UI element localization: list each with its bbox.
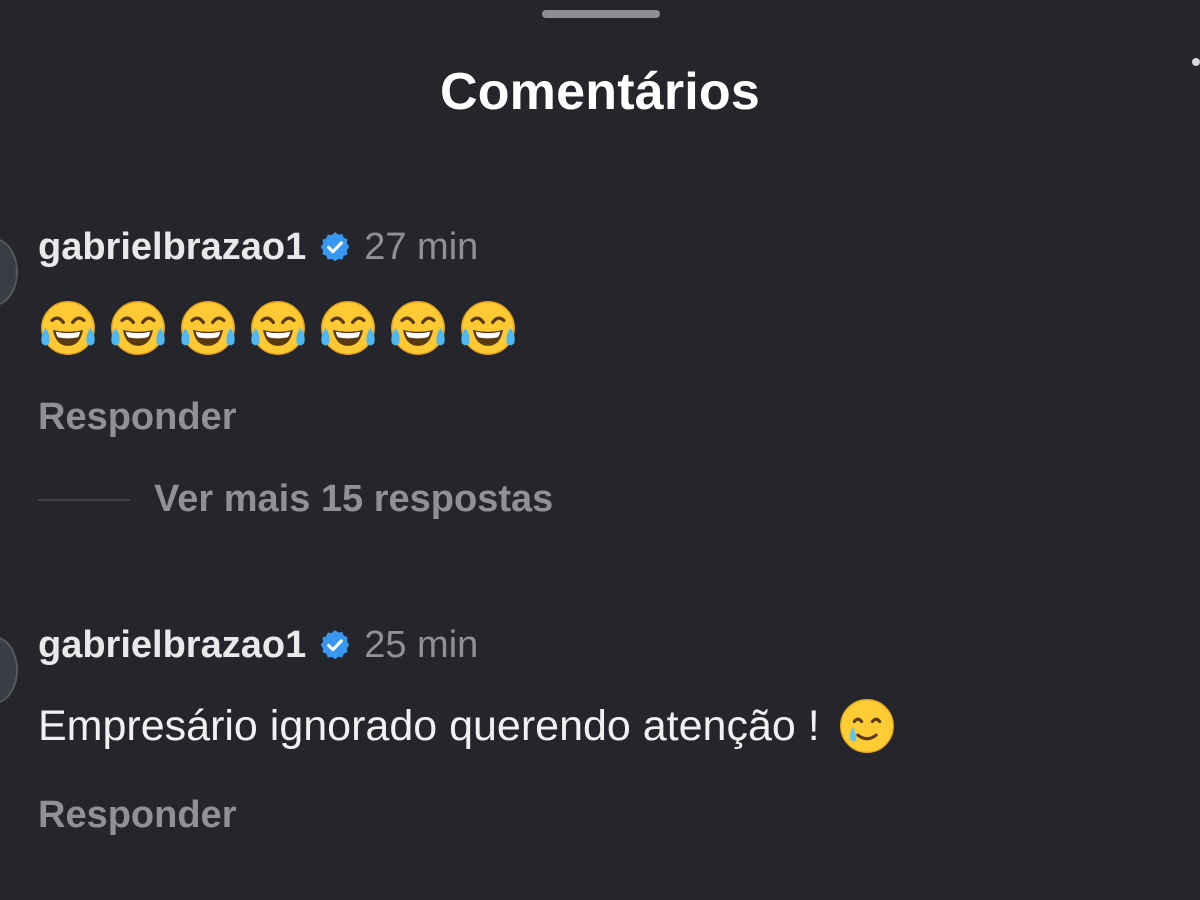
comment-username[interactable]: gabrielbrazao1 (38, 226, 306, 269)
reply-button[interactable]: Responder (38, 396, 1200, 439)
comment-timestamp: 27 min (364, 225, 479, 268)
comment-header: gabrielbrazao1 25 min (38, 620, 1200, 670)
laugh-cry-emoji-icon (181, 301, 235, 355)
view-more-replies-label: Ver mais 15 respostas (154, 478, 554, 520)
avatar[interactable] (0, 238, 18, 306)
comment-text: Empresário ignorado querendo atenção ! (38, 701, 820, 750)
laugh-cry-emoji-icon (321, 301, 375, 355)
laugh-cry-emoji-icon (391, 301, 445, 355)
laugh-cry-emoji-icon (461, 301, 515, 355)
verified-badge-icon (320, 232, 350, 262)
avatar[interactable] (0, 636, 18, 704)
comment-username[interactable]: gabrielbrazao1 (38, 624, 306, 667)
replies-divider-line (38, 498, 130, 501)
emoji-row (38, 298, 518, 358)
laugh-cry-emoji-icon (111, 301, 165, 355)
sheet-grabber-handle[interactable] (542, 10, 660, 18)
comment-header: gabrielbrazao1 27 min (38, 222, 1200, 272)
comment-timestamp: 25 min (364, 623, 479, 666)
verified-badge-icon (320, 630, 350, 660)
view-more-replies-button[interactable]: Ver mais 15 respostas (38, 478, 553, 521)
laugh-cry-emoji-icon (41, 301, 95, 355)
reply-button[interactable]: Responder (38, 794, 1200, 837)
sheet-title: Comentários (439, 63, 761, 121)
laugh-cry-emoji-icon (251, 301, 305, 355)
comment-body (38, 298, 1200, 358)
comment-body: Empresário ignorado querendo atenção ! (38, 696, 1200, 756)
comment-item: gabrielbrazao1 25 min Empresário ignorad… (38, 620, 1200, 837)
smiling-tear-emoji-icon (839, 699, 894, 753)
comment-item: gabrielbrazao1 27 min Responder (38, 222, 1200, 439)
